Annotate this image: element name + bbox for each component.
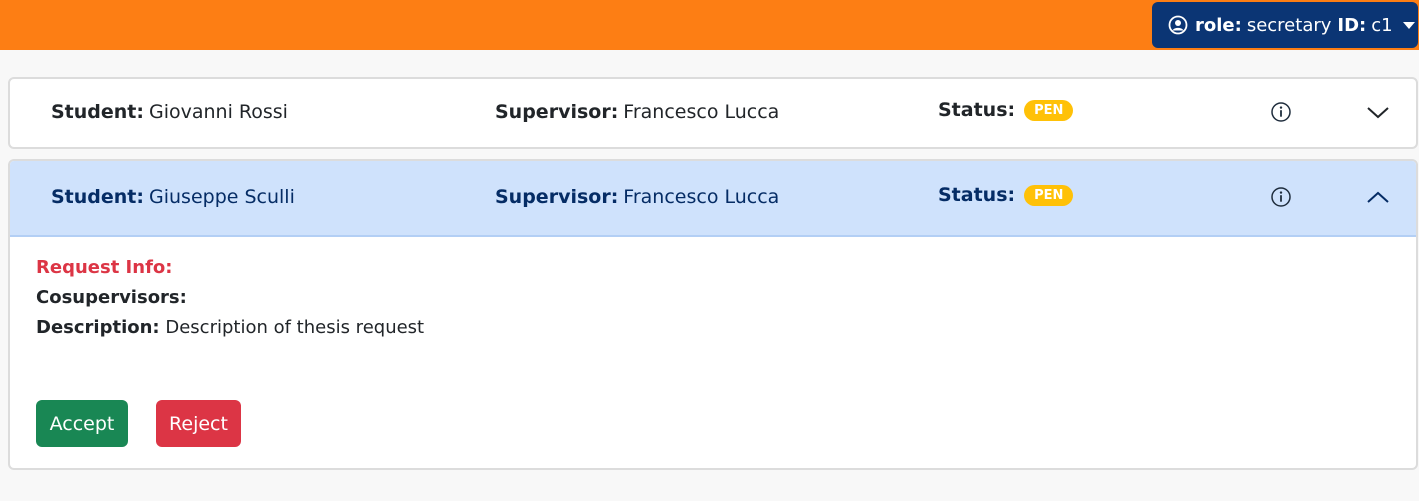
user-circle-icon bbox=[1168, 15, 1188, 35]
student-field: Student: Giuseppe Sculli bbox=[51, 186, 295, 208]
supervisor-name: Francesco Lucca bbox=[623, 186, 780, 208]
description-line: Description: Description of thesis reque… bbox=[36, 317, 1416, 338]
description-label: Description: bbox=[36, 317, 160, 338]
chevron-up-icon[interactable] bbox=[1366, 188, 1390, 206]
accept-button[interactable]: Accept bbox=[36, 400, 128, 447]
status-badge: PEN bbox=[1024, 99, 1074, 121]
request-info-title: Request Info: bbox=[36, 257, 173, 278]
reject-button[interactable]: Reject bbox=[156, 400, 241, 447]
chevron-down-icon[interactable] bbox=[1366, 103, 1390, 121]
cosupervisors-label: Cosupervisors: bbox=[36, 287, 187, 308]
status-label: Status: bbox=[938, 99, 1016, 121]
cosupervisors-line: Cosupervisors: bbox=[36, 287, 1416, 308]
student-label: Student: bbox=[51, 101, 144, 123]
supervisor-field: Supervisor: Francesco Lucca bbox=[495, 186, 779, 208]
student-label: Student: bbox=[51, 186, 144, 208]
supervisor-label: Supervisor: bbox=[495, 101, 619, 123]
request-accordion-header[interactable]: Student: Giovanni Rossi Supervisor: France… bbox=[10, 79, 1416, 149]
request-accordion-item: Student: Giovanni Rossi Supervisor: France… bbox=[8, 77, 1418, 149]
role-label: role: bbox=[1195, 14, 1242, 36]
id-label: ID: bbox=[1337, 14, 1367, 36]
student-name: Giuseppe Sculli bbox=[149, 186, 295, 208]
status-field: Status: PEN bbox=[938, 99, 1074, 121]
top-navbar: role: secretary ID: c1 bbox=[0, 0, 1419, 50]
student-name: Giovanni Rossi bbox=[149, 101, 288, 123]
info-circle-icon[interactable] bbox=[1270, 186, 1292, 208]
supervisor-name: Francesco Lucca bbox=[623, 101, 780, 123]
student-field: Student: Giovanni Rossi bbox=[51, 101, 288, 123]
supervisor-field: Supervisor: Francesco Lucca bbox=[495, 101, 779, 123]
caret-down-icon bbox=[1402, 21, 1415, 29]
supervisor-label: Supervisor: bbox=[495, 186, 619, 208]
role-dropdown-button[interactable]: role: secretary ID: c1 bbox=[1152, 2, 1418, 48]
id-value: c1 bbox=[1371, 14, 1393, 36]
role-value: secretary bbox=[1246, 14, 1332, 36]
description-value: Description of thesis request bbox=[165, 317, 425, 338]
info-circle-icon[interactable] bbox=[1270, 101, 1292, 123]
status-badge: PEN bbox=[1024, 184, 1074, 206]
status-field: Status: PEN bbox=[938, 184, 1074, 206]
request-accordion-item-expanded: Student: Giuseppe Sculli Supervisor: Franc… bbox=[8, 159, 1418, 470]
status-label: Status: bbox=[938, 184, 1016, 206]
action-buttons: Accept Reject bbox=[36, 400, 241, 447]
request-accordion-header[interactable]: Student: Giuseppe Sculli Supervisor: Franc… bbox=[10, 161, 1416, 235]
request-details-body: Request Info: Cosupervisors: Description… bbox=[10, 235, 1416, 447]
